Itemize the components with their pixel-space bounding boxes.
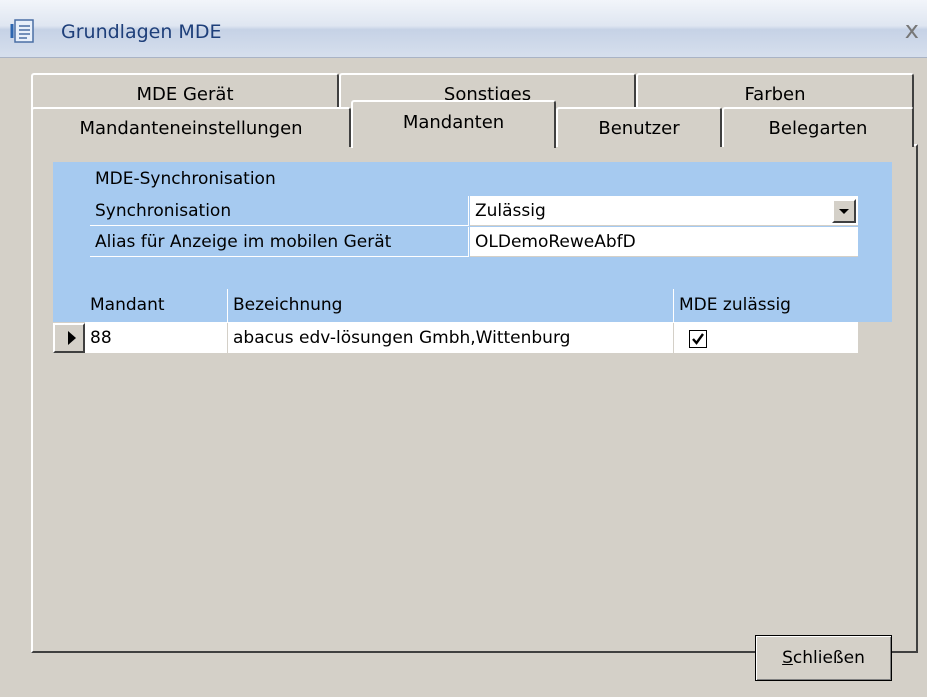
cell-mde-zulaessig[interactable] [674,323,858,353]
tab-benutzer[interactable]: Benutzer [556,107,722,147]
row-selector-icon[interactable] [53,323,85,353]
title-bar: Grundlagen MDE x [0,0,927,58]
table-row[interactable]: 88 abacus edv-lösungen Gmbh,Wittenburg [53,323,858,353]
tab-mandanteneinstellungen[interactable]: Mandanteneinstellungen [31,107,351,147]
close-button-label: chließen [792,648,865,668]
tab-label: Farben [744,83,806,105]
tab-mandanten[interactable]: Mandanten [351,100,556,148]
alias-label: Alias für Anzeige im mobilen Gerät [90,227,469,257]
tab-label: Belegarten [768,117,868,139]
tab-belegarten[interactable]: Belegarten [722,107,914,147]
column-header-mandant[interactable]: Mandant [85,289,228,323]
column-header-mde-zulaessig[interactable]: MDE zulässig [674,289,858,323]
column-header-bezeichnung[interactable]: Bezeichnung [228,289,674,323]
check-icon [692,333,704,345]
close-button-mnemonic: S [782,648,793,668]
section-title: MDE-Synchronisation [95,169,276,189]
sync-select-value: Zulässig [475,201,546,221]
close-icon[interactable]: x [905,18,919,42]
app-icon [10,19,34,43]
dropdown-arrow-icon[interactable] [832,199,856,223]
sync-row: Synchronisation Zulässig [90,196,858,226]
sync-label: Synchronisation [90,196,469,226]
close-button[interactable]: Schließen [755,635,892,681]
grid-header: Mandant Bezeichnung MDE zulässig [85,289,858,323]
cell-bezeichnung[interactable]: abacus edv-lösungen Gmbh,Wittenburg [228,323,674,353]
tab-label: Benutzer [598,117,680,139]
tab-label: Mandanteneinstellungen [79,117,303,139]
alias-input[interactable]: OLDemoReweAbfD [470,227,858,257]
tab-label: MDE Gerät [136,83,234,105]
window-title: Grundlagen MDE [61,21,222,43]
alias-row: Alias für Anzeige im mobilen Gerät OLDem… [90,227,858,257]
tab-label: Mandanten [402,112,505,133]
cell-mandant[interactable]: 88 [85,323,228,353]
sync-select[interactable]: Zulässig [470,196,858,226]
mde-zulaessig-checkbox[interactable] [689,330,707,348]
